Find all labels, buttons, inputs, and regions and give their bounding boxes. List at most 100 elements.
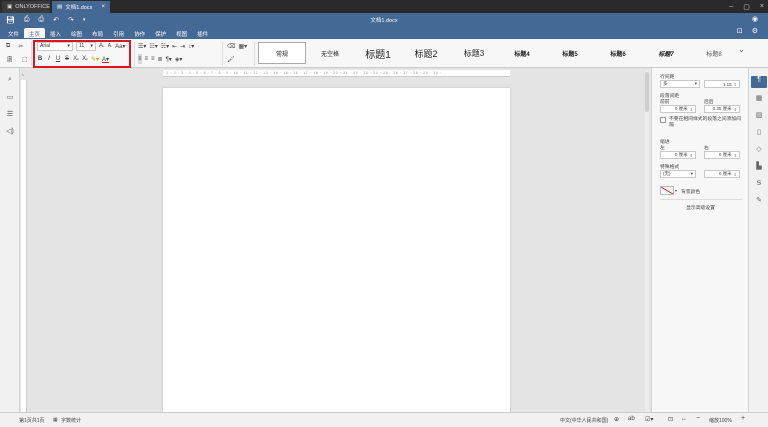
line-spacing-icon[interactable]: ↕▾ bbox=[188, 41, 194, 51]
align-center-icon[interactable]: ≡ bbox=[145, 54, 149, 64]
text-art-settings-icon[interactable]: Ꞩ bbox=[754, 179, 764, 189]
line-spacing-type-select[interactable]: 多 ▾ bbox=[660, 80, 700, 88]
fit-page-icon[interactable]: ⊡ bbox=[668, 416, 673, 423]
vertical-ruler[interactable] bbox=[21, 80, 27, 412]
clear-style-icon[interactable]: ⌫ bbox=[227, 41, 235, 51]
tab-references[interactable]: 引用 bbox=[108, 28, 129, 38]
spacing-before-input[interactable]: 0 厘米 ⇕ bbox=[660, 105, 696, 113]
align-left-icon[interactable]: ≡ bbox=[138, 54, 142, 64]
copy-style-icon[interactable]: ▦▾ bbox=[238, 41, 247, 51]
search-icon[interactable]: ⌕ bbox=[5, 76, 15, 86]
justify-icon[interactable]: ≣ bbox=[158, 54, 163, 64]
minimize-icon[interactable]: – bbox=[729, 3, 733, 10]
style-normal[interactable]: 常规 bbox=[258, 42, 306, 64]
close-window-icon[interactable]: × bbox=[760, 3, 764, 10]
style-no-spacing[interactable]: 无空格 bbox=[306, 42, 354, 64]
style-heading-5[interactable]: 标题5 bbox=[546, 42, 594, 64]
paste-icon[interactable]: 📋︎ bbox=[6, 54, 14, 64]
line-spacing-type-value: 多 bbox=[663, 81, 668, 86]
no-space-same-style-checkbox[interactable] bbox=[660, 117, 666, 123]
spacing-after-input[interactable]: 0.35 厘米 ⇕ bbox=[704, 105, 740, 113]
shape-settings-icon[interactable]: ◇ bbox=[754, 145, 764, 155]
style-heading-8[interactable]: 标题8 bbox=[690, 42, 738, 64]
close-tab-icon[interactable]: × bbox=[101, 4, 105, 10]
style-heading-6[interactable]: 标题6 bbox=[594, 42, 642, 64]
spinner-icon[interactable]: ⇕ bbox=[734, 107, 737, 112]
maximize-icon[interactable]: ▢ bbox=[743, 3, 750, 11]
document-tab[interactable]: ▤ 文档1.docx × bbox=[52, 1, 110, 13]
comments-icon[interactable]: ▭ bbox=[5, 93, 15, 103]
tab-view[interactable]: 视图 bbox=[171, 28, 192, 38]
feedback-icon[interactable]: ◁) bbox=[5, 127, 15, 137]
word-count-button[interactable]: 字数统计 bbox=[61, 417, 81, 424]
tab-collaborate[interactable]: 协作 bbox=[129, 28, 150, 38]
signature-settings-icon[interactable]: ✎ bbox=[754, 196, 764, 206]
document-page[interactable] bbox=[163, 88, 510, 412]
style-heading-1[interactable]: 标题1 bbox=[354, 42, 402, 64]
paragraph-settings-icon[interactable]: ¶ bbox=[751, 76, 767, 88]
scrollbar-thumb[interactable] bbox=[645, 72, 649, 112]
tab-stop-selector[interactable]: ⌞ bbox=[22, 71, 24, 77]
tab-insert[interactable]: 插入 bbox=[45, 28, 66, 38]
tab-layout[interactable]: 布局 bbox=[87, 28, 108, 38]
chart-settings-icon[interactable]: ▙ bbox=[754, 162, 764, 172]
horizontal-ruler[interactable]: · 1 · 2 · 3 · 4 · 5 · 6 · 7 · 8 · 9 · 10… bbox=[163, 70, 510, 77]
header-footer-settings-icon[interactable]: ▯ bbox=[754, 128, 764, 138]
track-changes-icon[interactable]: ☑▾ bbox=[645, 416, 653, 423]
tab-plugins[interactable]: 插件 bbox=[192, 28, 213, 38]
bullet-list-icon[interactable]: ☰▾ bbox=[138, 41, 146, 51]
zoom-out-icon[interactable]: − bbox=[696, 415, 700, 422]
align-right-icon[interactable]: ≡ bbox=[151, 54, 155, 64]
vertical-scrollbar[interactable] bbox=[645, 70, 649, 412]
special-format-select[interactable]: (无) ▾ bbox=[660, 170, 696, 178]
style-heading-4[interactable]: 标题4 bbox=[498, 42, 546, 64]
increase-indent-icon[interactable]: ⇥ bbox=[180, 41, 185, 51]
background-color-label: 背景颜色 bbox=[681, 190, 701, 195]
chevron-down-icon[interactable]: ▾ bbox=[675, 188, 677, 193]
zoom-in-icon[interactable]: + bbox=[741, 415, 745, 422]
tab-home[interactable]: 主页 bbox=[24, 28, 46, 38]
style-heading-3[interactable]: 标题3 bbox=[450, 42, 498, 64]
copy-icon[interactable]: ⧉ bbox=[6, 41, 10, 51]
style-heading-7[interactable]: 标题7 bbox=[642, 42, 690, 64]
style-heading-2[interactable]: 标题2 bbox=[402, 42, 450, 64]
open-location-icon[interactable]: ⊡ bbox=[737, 27, 743, 35]
image-settings-icon[interactable]: ▨ bbox=[754, 111, 764, 121]
page-indicator[interactable]: 第1页共1页 bbox=[19, 417, 45, 424]
nonprinting-characters-icon[interactable]: ¶▾ bbox=[166, 54, 172, 64]
spinner-icon[interactable]: ⇕ bbox=[690, 107, 693, 112]
tab-protect[interactable]: 保护 bbox=[150, 28, 171, 38]
spinner-icon[interactable]: ⇕ bbox=[734, 82, 737, 87]
select-all-icon[interactable]: ⬚ bbox=[22, 54, 28, 64]
numbered-list-icon[interactable]: ☷▾ bbox=[149, 41, 157, 51]
tab-draw[interactable]: 绘图 bbox=[66, 28, 87, 38]
shading-icon[interactable]: ◈▾ bbox=[175, 54, 183, 64]
cut-icon[interactable]: ✂ bbox=[18, 41, 23, 51]
table-settings-icon[interactable]: ▦ bbox=[754, 94, 764, 104]
special-format-amount-input[interactable]: 0 厘米 ⇕ bbox=[704, 170, 740, 178]
background-color-swatch[interactable] bbox=[660, 186, 674, 195]
navigation-icon[interactable]: ☰ bbox=[5, 110, 15, 120]
show-advanced-settings-link[interactable]: 显示高级设置 bbox=[652, 204, 749, 211]
spinner-icon[interactable]: ⇕ bbox=[734, 153, 737, 158]
indent-right-input[interactable]: 0 厘米 ⇕ bbox=[704, 151, 740, 159]
language-selector[interactable]: 中文(中华人民共和国) bbox=[560, 417, 608, 424]
multilevel-list-icon[interactable]: ☵▾ bbox=[161, 41, 169, 51]
document-tab-label: 文档1.docx bbox=[65, 5, 93, 11]
user-icon[interactable]: ◉ bbox=[752, 15, 758, 23]
fit-width-icon[interactable]: ↔ bbox=[681, 416, 687, 422]
spinner-icon[interactable]: ⇕ bbox=[734, 172, 737, 177]
spellcheck-icon[interactable]: ab bbox=[628, 416, 635, 422]
format-painter-icon[interactable]: 🖌︎ bbox=[227, 54, 235, 64]
decrease-indent-icon[interactable]: ⇤ bbox=[172, 41, 177, 51]
styles-gallery: 常规 无空格 标题1 标题2 标题3 标题4 标题5 标题6 标题7 标题8 bbox=[258, 42, 738, 64]
language-icon[interactable]: ⊕ bbox=[614, 416, 619, 423]
zoom-level[interactable]: 缩放100% bbox=[709, 417, 732, 424]
indent-left-input[interactable]: 0 厘米 ⇕ bbox=[660, 151, 696, 159]
settings-icon[interactable]: ⚙ bbox=[752, 27, 758, 35]
tab-file[interactable]: 文件 bbox=[3, 28, 24, 38]
line-spacing-value-input[interactable]: 1.15 ⇕ bbox=[704, 80, 740, 88]
styles-more-icon[interactable]: ⌄ bbox=[738, 45, 745, 54]
app-tab[interactable]: ▣ ONLYOFFICE bbox=[2, 1, 50, 13]
spinner-icon[interactable]: ⇕ bbox=[690, 153, 693, 158]
